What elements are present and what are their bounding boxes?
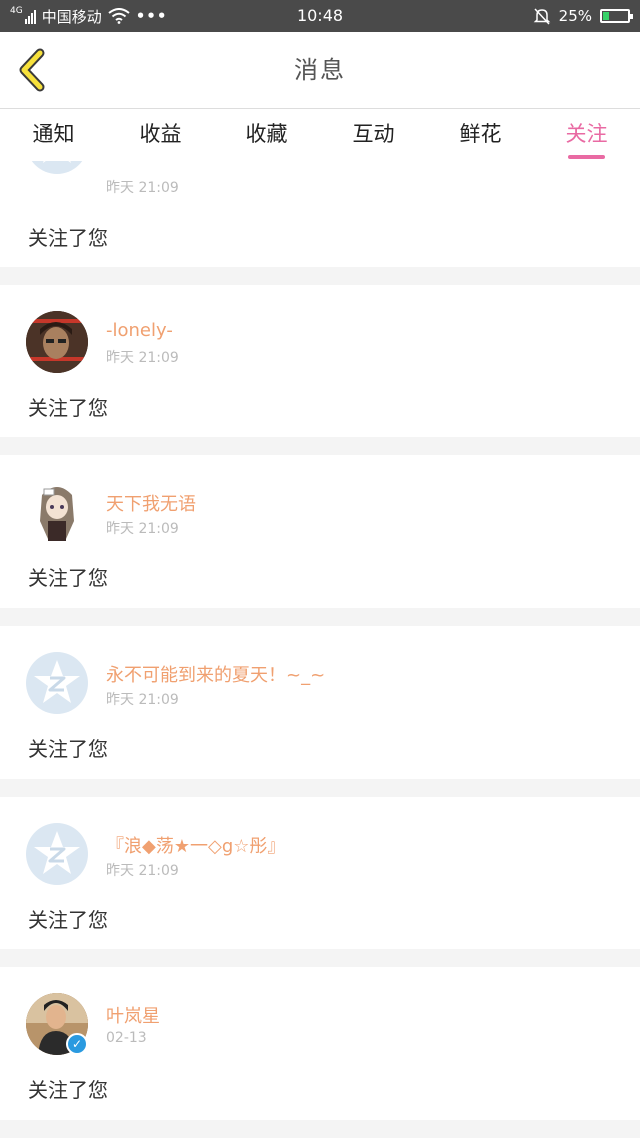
page-title: 消息: [294, 56, 346, 84]
tab-bar: 通知 收益 收藏 互动 鲜花 关注: [0, 109, 640, 161]
list-item[interactable]: 天下我无语 昨天 21:09 关注了您: [0, 455, 640, 608]
follow-message: 关注了您: [28, 1078, 108, 1102]
follow-message: 关注了您: [28, 908, 108, 932]
default-z-avatar-icon: [34, 831, 80, 874]
tab-label: 收益: [139, 122, 182, 146]
anime-character-icon: [26, 481, 88, 543]
tab-flowers[interactable]: 鲜花: [427, 109, 534, 161]
avatar[interactable]: [26, 481, 88, 543]
username[interactable]: 永不可能到来的夏天！~_~: [106, 661, 325, 687]
follow-time: 昨天 21:09: [106, 863, 179, 879]
active-tab-indicator: [568, 155, 605, 159]
status-bar: 4G 中国移动 ••• 10:48 25%: [0, 0, 640, 32]
list-item[interactable]: 『浪◆荡★一◇g☆彤』 昨天 21:09 关注了您: [0, 797, 640, 949]
tab-label: 互动: [352, 122, 395, 146]
list-item[interactable]: -lonely- 昨天 21:09 关注了您: [0, 285, 640, 437]
tab-favorites[interactable]: 收藏: [213, 109, 320, 161]
header: 消息: [0, 32, 640, 109]
tab-label: 通知: [32, 122, 75, 146]
tab-label: 关注: [565, 122, 608, 146]
battery-fill: [603, 12, 609, 20]
avatar[interactable]: [26, 161, 88, 174]
tab-follows[interactable]: 关注: [533, 109, 640, 161]
follow-message: 关注了您: [28, 396, 108, 420]
avatar[interactable]: [26, 823, 88, 885]
list-item[interactable]: 永不可能到来的夏天！~_~ 昨天 21:09 关注了您: [0, 626, 640, 779]
tab-earnings[interactable]: 收益: [107, 109, 214, 161]
default-z-avatar-icon: [43, 161, 71, 163]
follow-time: 昨天 21:09: [106, 180, 179, 196]
follow-time: 02-13: [106, 1030, 147, 1046]
tab-label: 收藏: [245, 122, 288, 146]
mute-bell-icon: [533, 8, 550, 25]
battery-percent: 25%: [558, 7, 592, 25]
battery-icon: [600, 9, 633, 23]
tab-notifications[interactable]: 通知: [0, 109, 107, 161]
username[interactable]: 天下我无语: [106, 490, 196, 516]
follow-message: 关注了您: [28, 737, 108, 761]
list-item[interactable]: 昨天 21:09 关注了您: [0, 161, 640, 267]
avatar[interactable]: [26, 311, 88, 373]
default-z-avatar-icon: [34, 660, 80, 703]
user-photo-icon: [26, 311, 88, 373]
username[interactable]: -lonely-: [106, 320, 173, 341]
follow-message: 关注了您: [28, 566, 108, 590]
username[interactable]: 叶岚星: [106, 1002, 160, 1028]
follow-time: 昨天 21:09: [106, 350, 179, 366]
avatar[interactable]: [26, 652, 88, 714]
verified-badge-icon: ✓: [66, 1033, 88, 1055]
username[interactable]: 『浪◆荡★一◇g☆彤』: [106, 832, 285, 858]
list-item[interactable]: ✓ 叶岚星 02-13 关注了您: [0, 967, 640, 1120]
follow-list[interactable]: 昨天 21:09 关注了您 -lonely- 昨天 21:09 关注了您 天下我…: [0, 161, 640, 1138]
follow-message: 关注了您: [28, 226, 108, 250]
tab-interactions[interactable]: 互动: [320, 109, 427, 161]
follow-time: 昨天 21:09: [106, 692, 179, 708]
follow-time: 昨天 21:09: [106, 521, 179, 537]
status-right: 25%: [533, 0, 633, 32]
tab-label: 鲜花: [459, 122, 502, 146]
